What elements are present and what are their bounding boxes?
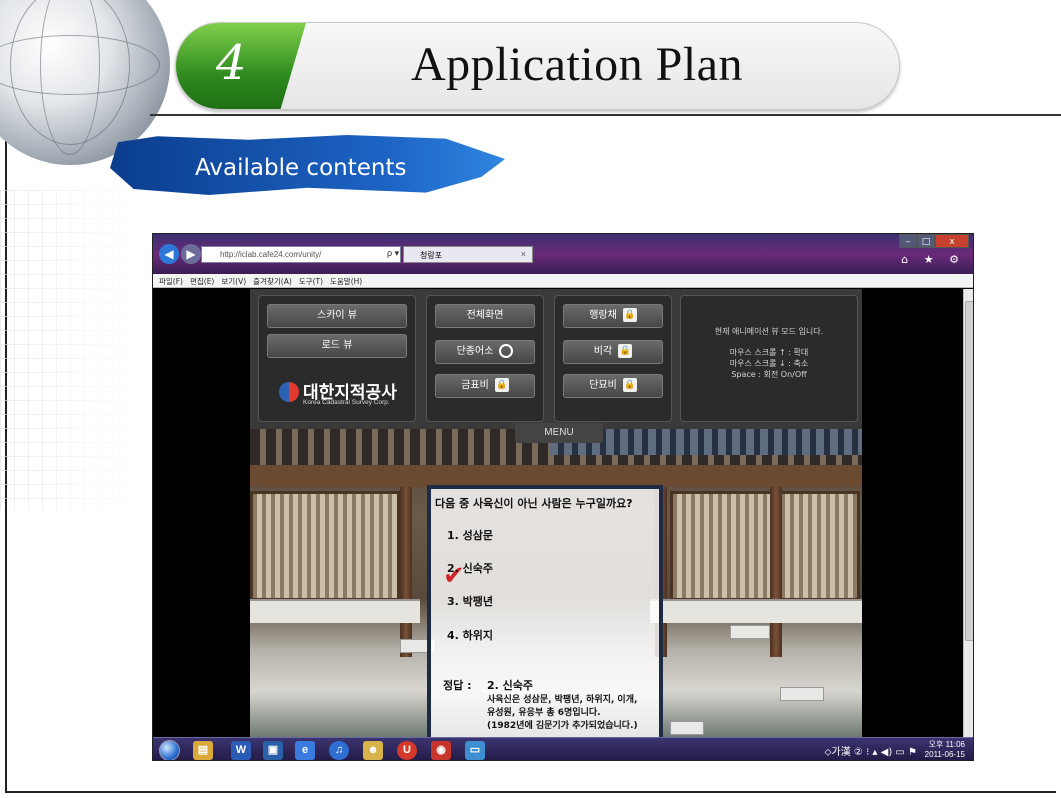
lattice-doors-right <box>670 491 860 601</box>
info-line-1: 현재 애니메이션 뷰 모드 입니다. <box>714 327 824 336</box>
browser-tab[interactable]: 청랑포 × <box>403 246 533 263</box>
ie-icon[interactable]: e <box>295 741 315 760</box>
app-icon[interactable]: ◉ <box>431 741 451 760</box>
logo-english-text: Korea Cadastral Survey Corp. <box>303 399 390 406</box>
quiz-question: 다음 중 사육신이 아닌 사람은 누구일까요? <box>435 497 633 510</box>
danjongeoso-label: 단종어소 <box>456 346 494 357</box>
window-controls: – □ x <box>899 234 969 250</box>
wooden-beam <box>250 465 862 487</box>
geumpyobi-button[interactable]: 금표비 🔒 <box>435 374 535 398</box>
danmyobi-button[interactable]: 단묘비 🔒 <box>563 374 663 398</box>
messenger-icon[interactable]: ☻ <box>363 741 383 760</box>
menu-favorites[interactable]: 즐겨찾기(A) <box>253 276 292 286</box>
stone-platform <box>650 599 862 623</box>
word-icon[interactable]: W <box>231 741 251 760</box>
section-number: 4 <box>216 35 247 91</box>
pillar <box>770 487 782 657</box>
lock-icon: 🔒 <box>494 378 509 392</box>
itunes-icon[interactable]: ♫ <box>329 741 349 760</box>
lattice-doors-left <box>250 491 400 601</box>
minimize-button[interactable]: – <box>899 234 917 248</box>
clock-date: 2011-06-15 <box>924 750 965 759</box>
menu-edit[interactable]: 편집(E) <box>190 276 214 286</box>
menu-help[interactable]: 도움말(H) <box>330 276 362 286</box>
quiz-popup: 다음 중 사육신이 아닌 사람은 누구일까요? 1. 성삼문 ✔ 2. 신숙주 … <box>427 485 663 760</box>
slide-title: Application Plan <box>411 38 743 91</box>
close-button[interactable]: x <box>935 234 969 248</box>
quiz-option-1[interactable]: 1. 성삼문 <box>447 527 493 543</box>
back-arrow-icon[interactable]: ◀ <box>159 244 179 264</box>
system-tray-icons[interactable]: ⬦가漢 ② ⁝ ▴ ◀) ▭ ⚑ <box>825 743 917 758</box>
clock[interactable]: 오후 11:06 2011-06-15 <box>925 740 965 760</box>
stepping-stone <box>780 687 824 701</box>
media-icon[interactable]: ▣ <box>263 741 283 760</box>
page-content: 스카이 뷰 로드 뷰 대한지적공사 Korea Cadastral Survey… <box>153 289 973 760</box>
explanation-line-3: (1982년에 김문기가 추가되었습니다.) <box>487 721 638 731</box>
title-bar: 4 Application Plan <box>175 22 900 110</box>
menu-view[interactable]: 보기(V) <box>221 276 246 286</box>
menu-file[interactable]: 파일(F) <box>159 276 183 286</box>
header-rule <box>150 114 1061 116</box>
bigak-button[interactable]: 비각 🔒 <box>563 340 663 364</box>
address-bar[interactable]: http://iclab.cafe24.com/unity/ ρ ▾ ⊠ ₵ ✕ <box>201 246 428 263</box>
stone-platform <box>250 599 420 623</box>
view-mode-info: 현재 애니메이션 뷰 모드 입니다. 마우스 스크롤 ↑ : 확대 마우스 스크… <box>680 295 858 422</box>
kcsc-logo: 대한지적공사 Korea Cadastral Survey Corp. <box>279 378 419 412</box>
quiz-option-4[interactable]: 4. 하위지 <box>447 627 493 643</box>
quiz-option-2[interactable]: 2. 신숙주 <box>447 560 493 576</box>
browser-screenshot: ◀ ▶ http://iclab.cafe24.com/unity/ ρ ▾ ⊠… <box>152 233 974 761</box>
view-button-group: 스카이 뷰 로드 뷰 대한지적공사 Korea Cadastral Survey… <box>258 295 416 422</box>
lock-icon: 🔒 <box>618 344 633 358</box>
stepping-stone <box>670 721 704 735</box>
fullscreen-button[interactable]: 전체화면 <box>435 304 535 328</box>
u-icon[interactable]: U <box>397 741 417 760</box>
active-ring-icon <box>499 344 514 358</box>
info-line-3: 마우스 스크롤 ↓ : 축소 <box>729 359 809 368</box>
answer-value: 2. 신숙주 <box>487 679 534 692</box>
tab-title: 청랑포 <box>420 251 443 260</box>
home-star-gear-icons[interactable]: ⌂ ★ ⚙ <box>901 253 965 266</box>
vertical-scrollbar[interactable] <box>963 289 973 737</box>
menu-tools[interactable]: 도구(T) <box>299 276 323 286</box>
windows-taskbar: ▤ W ▣ e ♫ ☻ U ◉ ▭ ⬦가漢 ② ⁝ ▴ ◀) ▭ ⚑ 오후 11… <box>153 737 973 760</box>
haengrangchae-button[interactable]: 행랑채 🔒 <box>563 304 663 328</box>
sky-view-button[interactable]: 스카이 뷰 <box>267 304 407 328</box>
stepping-stone <box>730 625 770 639</box>
pillar <box>400 487 412 657</box>
danmyobi-label: 단묘비 <box>589 380 617 391</box>
bigak-label: 비각 <box>593 346 613 357</box>
danjongeoso-button[interactable]: 단종어소 <box>435 340 535 364</box>
road-view-button[interactable]: 로드 뷰 <box>267 334 407 358</box>
folder-icon[interactable]: ▤ <box>193 741 213 760</box>
grid-decoration <box>0 190 150 510</box>
browser-titlebar: ◀ ▶ http://iclab.cafe24.com/unity/ ρ ▾ ⊠… <box>153 234 973 274</box>
tab-close-icon[interactable]: × <box>521 249 526 259</box>
location-button-group-2: 행랑채 🔒 비각 🔒 단묘비 🔒 <box>554 295 672 422</box>
forward-arrow-icon[interactable]: ▶ <box>181 244 201 264</box>
url-text: http://iclab.cafe24.com/unity/ <box>220 250 322 259</box>
answer-explanation: 사육신은 성삼문, 박팽년, 하위지, 이개, 유성원, 유응부 총 6명입니다… <box>487 694 663 733</box>
scroll-thumb[interactable] <box>965 301 973 641</box>
haengrangchae-label: 행랑채 <box>589 310 617 321</box>
answer-label: 정답 : <box>443 679 472 692</box>
menu-tab-button[interactable]: MENU <box>515 423 603 443</box>
lock-icon: 🔒 <box>622 378 637 392</box>
slide-subtitle: Available contents <box>195 155 407 181</box>
explanation-line-1: 사육신은 성삼문, 박팽년, 하위지, 이개, <box>487 695 638 705</box>
monitor-icon[interactable]: ▭ <box>465 741 485 760</box>
info-line-2: 마우스 스크롤 ↑ : 확대 <box>729 348 809 357</box>
quiz-option-3[interactable]: 3. 박팽년 <box>447 593 493 609</box>
start-button[interactable] <box>159 740 180 760</box>
geumpyobi-label: 금표비 <box>461 380 489 391</box>
maximize-button[interactable]: □ <box>917 234 935 248</box>
kcsc-logo-mark-icon <box>279 382 299 402</box>
explanation-line-2: 유성원, 유응부 총 6명입니다. <box>487 708 601 718</box>
unity-menu-panel: 스카이 뷰 로드 뷰 대한지적공사 Korea Cadastral Survey… <box>250 289 862 429</box>
clock-time: 오후 11:06 <box>928 740 965 749</box>
location-button-group-1: 전체화면 단종어소 금표비 🔒 <box>426 295 544 422</box>
lock-icon: 🔒 <box>622 308 637 322</box>
info-line-4: Space : 회전 On/Off <box>731 370 807 379</box>
menu-bar: 파일(F) 편집(E) 보기(V) 즐겨찾기(A) 도구(T) 도움말(H) <box>153 274 973 288</box>
